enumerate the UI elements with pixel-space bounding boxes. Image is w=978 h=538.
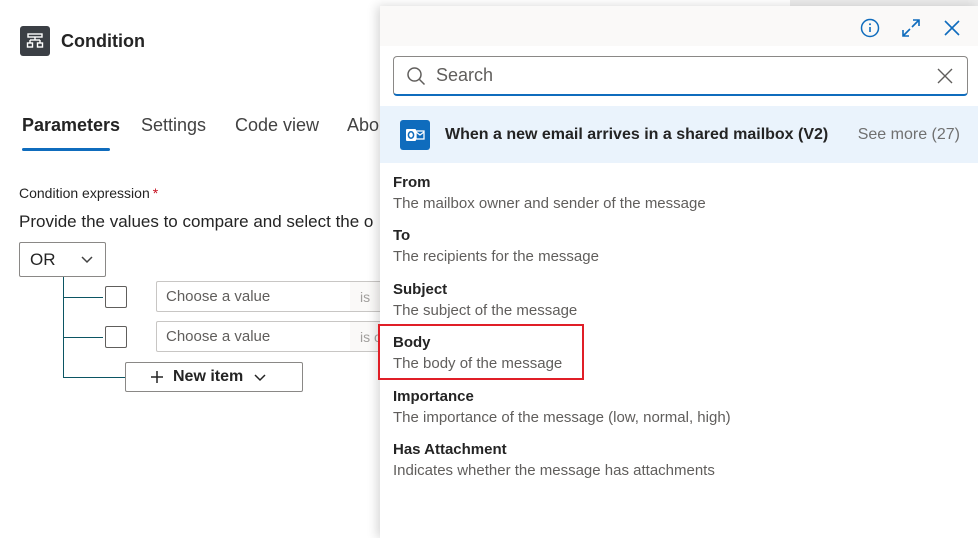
- close-icon[interactable]: [940, 16, 964, 40]
- tab-settings[interactable]: Settings: [141, 115, 206, 136]
- condition-expression-label: Condition expression *: [19, 185, 158, 201]
- row-checkbox[interactable]: [105, 286, 127, 308]
- tree-connector: [63, 277, 64, 378]
- tab-about[interactable]: Abo: [347, 115, 379, 136]
- token-item[interactable]: Has Attachment Indicates whether the mes…: [393, 441, 793, 480]
- token-description: The importance of the message (low, norm…: [393, 409, 731, 426]
- chevron-down-icon: [253, 370, 267, 384]
- tree-branch: [63, 337, 103, 338]
- token-name: Subject: [393, 281, 448, 298]
- token-name: To: [393, 227, 411, 244]
- tree-branch: [63, 377, 125, 378]
- condition-panel: Condition Parameters Settings Code view …: [0, 0, 390, 538]
- expand-icon[interactable]: [899, 16, 923, 40]
- see-more-link[interactable]: See more (27): [858, 126, 960, 144]
- app-page: Condition Parameters Settings Code view …: [0, 0, 978, 538]
- active-tab-indicator: [22, 148, 110, 151]
- condition-icon: [20, 26, 50, 56]
- value-placeholder: Choose a value: [166, 288, 271, 305]
- tab-code-view[interactable]: Code view: [235, 115, 319, 136]
- token-item[interactable]: Subject The subject of the message: [393, 281, 793, 320]
- search-input[interactable]: Search: [436, 65, 937, 86]
- info-icon[interactable]: [858, 16, 882, 40]
- new-item-button[interactable]: New item: [125, 362, 303, 392]
- token-item[interactable]: Importance The importance of the message…: [393, 388, 793, 427]
- new-item-label: New item: [173, 368, 244, 385]
- condition-description: Provide the values to compare and select…: [19, 212, 374, 231]
- flyout-toolbar: [380, 6, 978, 46]
- group-operator-dropdown[interactable]: OR: [19, 242, 106, 277]
- row-checkbox[interactable]: [105, 326, 127, 348]
- trigger-title: When a new email arrives in a shared mai…: [445, 125, 829, 143]
- token-item[interactable]: From The mailbox owner and sender of the…: [393, 174, 793, 213]
- dynamic-content-flyout: Search When a new email arrives in a sha…: [378, 6, 978, 538]
- value-input[interactable]: Choose a value: [156, 321, 352, 352]
- clear-icon[interactable]: [937, 68, 953, 84]
- group-operator-value: OR: [30, 249, 56, 269]
- value-placeholder: Choose a value: [166, 328, 271, 345]
- search-box[interactable]: Search: [393, 56, 968, 96]
- token-description: Indicates whether the message has attach…: [393, 462, 715, 479]
- condition-expression-text: Condition expression: [19, 185, 150, 201]
- required-marker: *: [152, 185, 159, 201]
- token-description: The subject of the message: [393, 302, 578, 319]
- chevron-down-icon: [79, 251, 95, 272]
- flyout-actions: [858, 16, 964, 40]
- token-name: Has Attachment: [393, 441, 507, 458]
- trigger-group-header[interactable]: When a new email arrives in a shared mai…: [380, 106, 978, 163]
- token-description: The recipients for the message: [393, 248, 599, 265]
- highlight-box: [378, 324, 584, 380]
- value-input[interactable]: Choose a value: [156, 281, 352, 312]
- token-description: The mailbox owner and sender of the mess…: [393, 195, 706, 212]
- tree-branch: [63, 297, 103, 298]
- token-name: From: [393, 174, 431, 191]
- tab-parameters[interactable]: Parameters: [22, 115, 120, 136]
- search-icon: [406, 66, 426, 86]
- outlook-icon: [400, 119, 430, 150]
- operator-value: is: [360, 288, 371, 305]
- panel-title: Condition: [61, 31, 145, 51]
- plus-icon: [150, 370, 164, 384]
- token-item[interactable]: To The recipients for the message: [393, 227, 793, 266]
- token-name: Importance: [393, 388, 474, 405]
